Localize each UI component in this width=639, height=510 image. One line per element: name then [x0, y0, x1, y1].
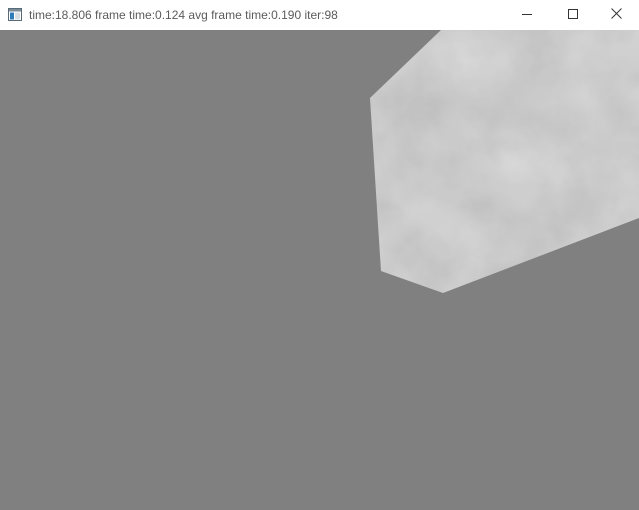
app-window-icon: [8, 8, 22, 21]
close-button[interactable]: [593, 0, 639, 30]
window-title: time:18.806 frame time:0.124 avg frame t…: [29, 8, 338, 22]
maximize-button[interactable]: [550, 0, 596, 30]
render-window: time:18.806 frame time:0.124 avg frame t…: [0, 0, 639, 510]
shape-texture: [370, 30, 639, 293]
title-bar[interactable]: time:18.806 frame time:0.124 avg frame t…: [0, 0, 639, 30]
viewport-canvas: [370, 30, 639, 293]
close-icon: [610, 6, 622, 24]
render-viewport[interactable]: [0, 30, 639, 510]
minimize-icon: [522, 6, 532, 24]
minimize-button[interactable]: [504, 0, 550, 30]
maximize-icon: [568, 6, 578, 24]
